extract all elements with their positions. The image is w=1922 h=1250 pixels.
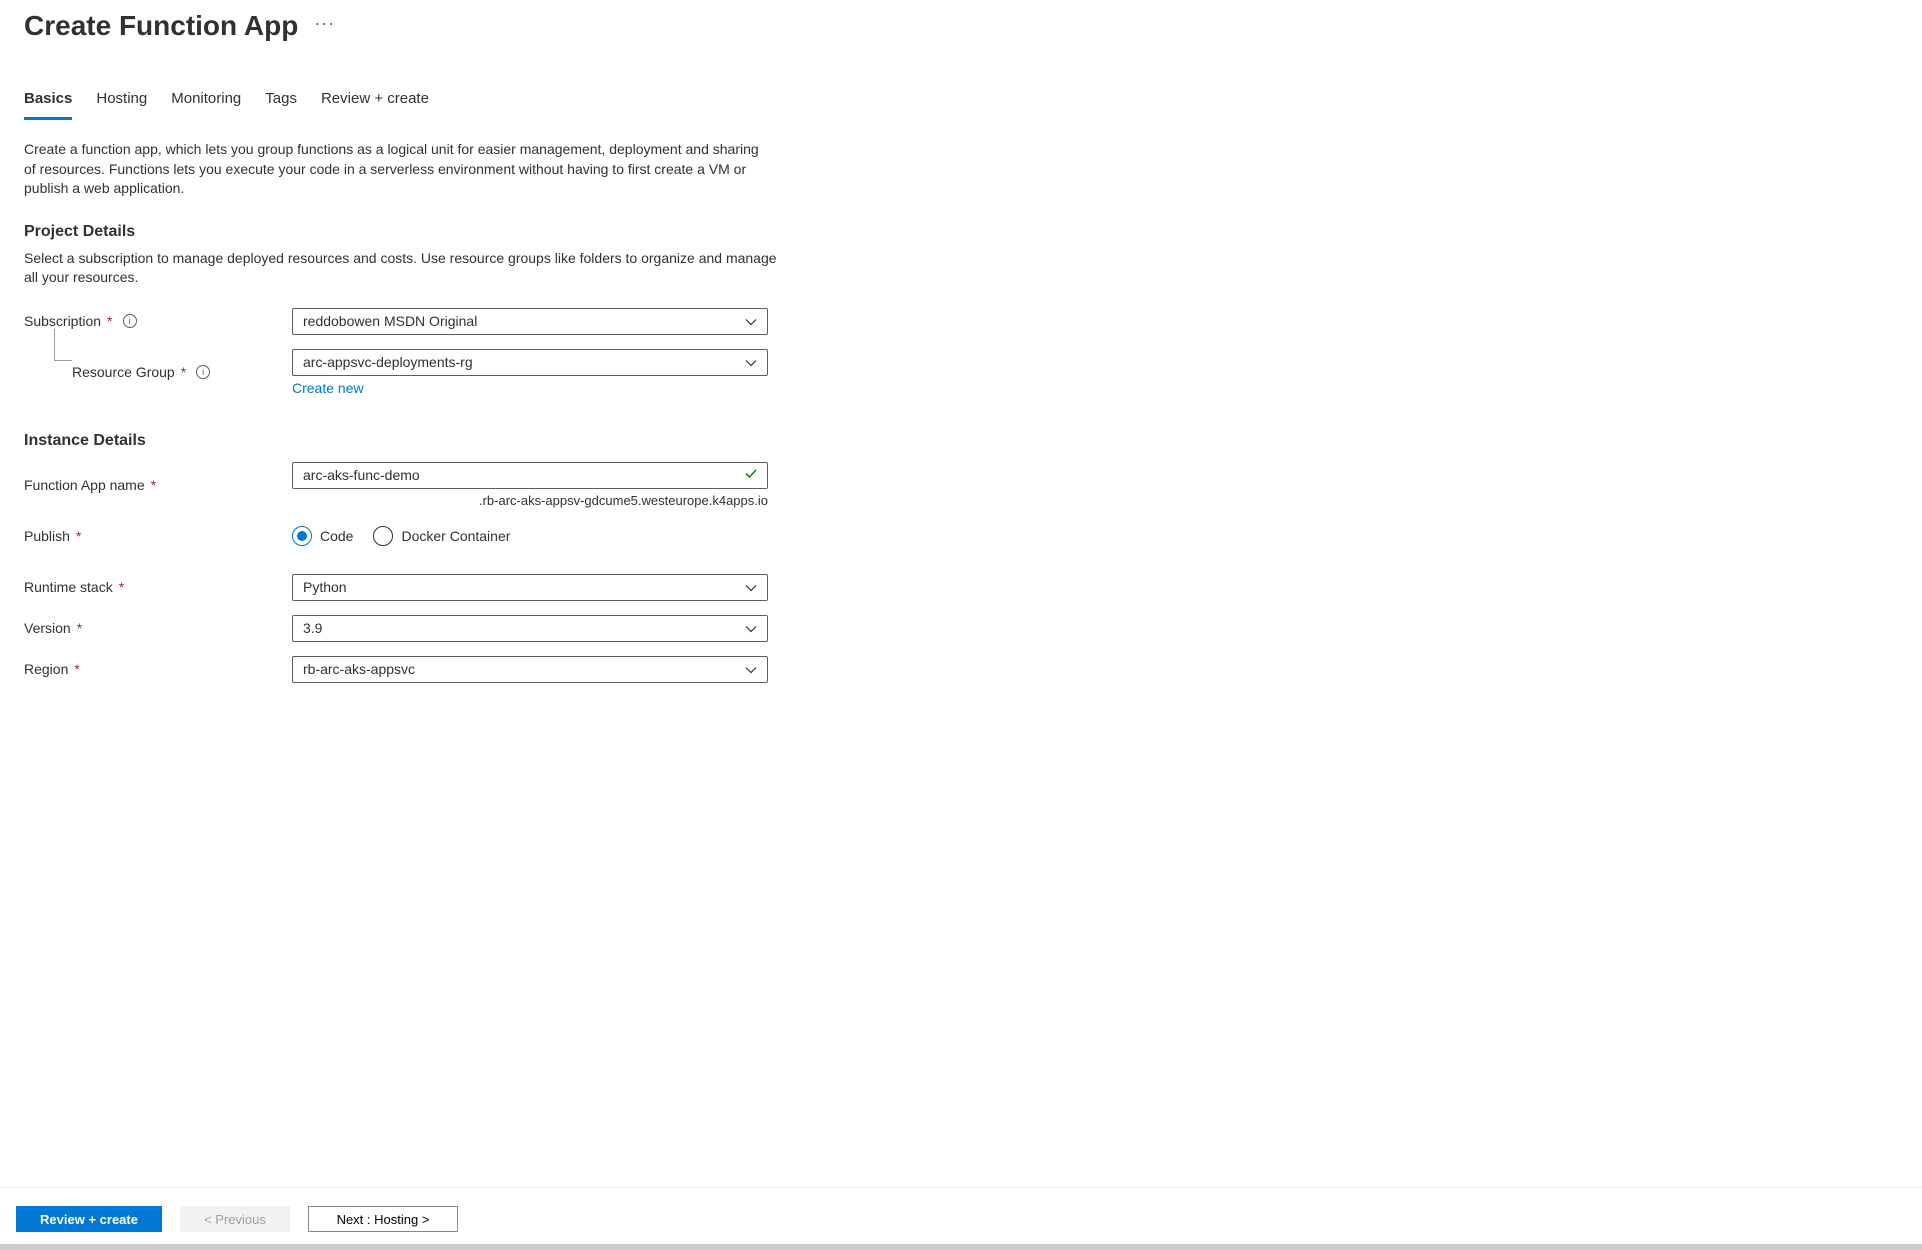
check-icon <box>744 467 758 484</box>
required-star: * <box>119 579 124 595</box>
resource-group-dropdown[interactable]: arc-appsvc-deployments-rg <box>292 349 768 376</box>
instance-details-title: Instance Details <box>24 432 796 450</box>
version-label: Version * <box>24 620 292 636</box>
tab-hosting[interactable]: Hosting <box>96 90 147 120</box>
publish-label-text: Publish <box>24 528 70 544</box>
chevron-down-icon <box>745 315 757 327</box>
review-create-button[interactable]: Review + create <box>16 1206 162 1232</box>
publish-code-radio[interactable]: Code <box>292 526 353 546</box>
radio-selected-icon <box>292 526 312 546</box>
tab-review-create[interactable]: Review + create <box>321 90 429 120</box>
next-button[interactable]: Next : Hosting > <box>308 1206 458 1232</box>
tab-basics[interactable]: Basics <box>24 90 72 120</box>
intro-text: Create a function app, which lets you gr… <box>24 140 774 199</box>
region-label-text: Region <box>24 661 68 677</box>
tab-tags[interactable]: Tags <box>265 90 297 120</box>
runtime-dropdown[interactable]: Python <box>292 574 768 601</box>
app-name-input[interactable] <box>292 462 768 489</box>
required-star: * <box>76 528 81 544</box>
region-value: rb-arc-aks-appsvc <box>303 661 415 677</box>
region-dropdown[interactable]: rb-arc-aks-appsvc <box>292 656 768 683</box>
content-area: Create a function app, which lets you gr… <box>0 120 820 1187</box>
chevron-down-icon <box>745 356 757 368</box>
publish-docker-label: Docker Container <box>401 528 510 544</box>
subscription-dropdown[interactable]: reddobowen MSDN Original <box>292 308 768 335</box>
required-star: * <box>151 477 156 493</box>
radio-unselected-icon <box>373 526 393 546</box>
runtime-label-text: Runtime stack <box>24 579 113 595</box>
runtime-value: Python <box>303 579 347 595</box>
runtime-label: Runtime stack * <box>24 579 292 595</box>
version-dropdown[interactable]: 3.9 <box>292 615 768 642</box>
version-label-text: Version <box>24 620 71 636</box>
tabs-container: Basics Hosting Monitoring Tags Review + … <box>0 42 1922 120</box>
project-details-title: Project Details <box>24 223 796 241</box>
resource-group-value: arc-appsvc-deployments-rg <box>303 354 473 370</box>
subscription-label-text: Subscription <box>24 313 101 329</box>
bottom-bar <box>0 1244 1922 1250</box>
previous-button: < Previous <box>180 1206 290 1232</box>
subscription-value: reddobowen MSDN Original <box>303 313 477 329</box>
info-icon[interactable]: i <box>196 365 210 379</box>
resource-group-label: Resource Group * i <box>24 364 292 380</box>
required-star: * <box>181 364 186 380</box>
publish-code-label: Code <box>320 528 353 544</box>
publish-docker-radio[interactable]: Docker Container <box>373 526 510 546</box>
region-label: Region * <box>24 661 292 677</box>
required-star: * <box>77 620 82 636</box>
tree-line <box>54 329 72 361</box>
info-icon[interactable]: i <box>123 314 137 328</box>
publish-label: Publish * <box>24 528 292 544</box>
create-new-link[interactable]: Create new <box>292 380 364 396</box>
project-details-desc: Select a subscription to manage deployed… <box>24 249 784 288</box>
required-star: * <box>74 661 79 677</box>
app-name-label-text: Function App name <box>24 477 145 493</box>
resource-group-label-text: Resource Group <box>72 364 175 380</box>
required-star: * <box>107 313 112 329</box>
chevron-down-icon <box>745 663 757 675</box>
footer: Review + create < Previous Next : Hostin… <box>0 1187 1922 1250</box>
app-name-suffix: .rb-arc-aks-appsv-gdcume5.westeurope.k4a… <box>292 493 768 508</box>
page-title: Create Function App <box>24 10 298 42</box>
tab-monitoring[interactable]: Monitoring <box>171 90 241 120</box>
version-value: 3.9 <box>303 620 322 636</box>
app-name-label: Function App name * <box>24 477 292 493</box>
more-icon[interactable]: ··· <box>314 13 335 40</box>
subscription-label: Subscription * i <box>24 313 292 329</box>
chevron-down-icon <box>745 622 757 634</box>
chevron-down-icon <box>745 581 757 593</box>
